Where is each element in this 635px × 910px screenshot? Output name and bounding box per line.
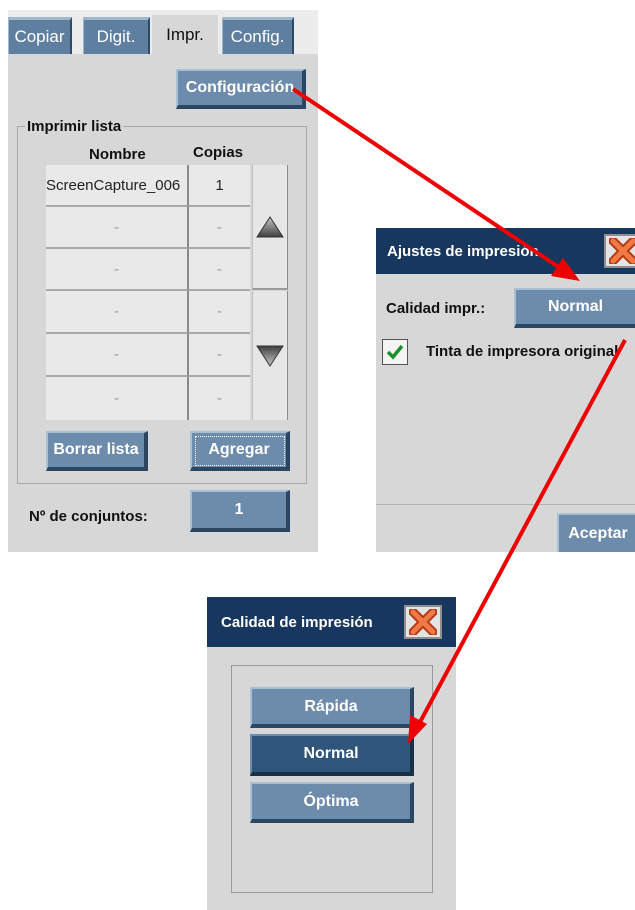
annotation-arrows: [291, 87, 627, 744]
arrow-config-to-settings: [291, 87, 565, 272]
arrowhead: [408, 715, 427, 744]
arrowhead: [551, 258, 580, 281]
arrow-quality-to-options: [417, 339, 627, 725]
